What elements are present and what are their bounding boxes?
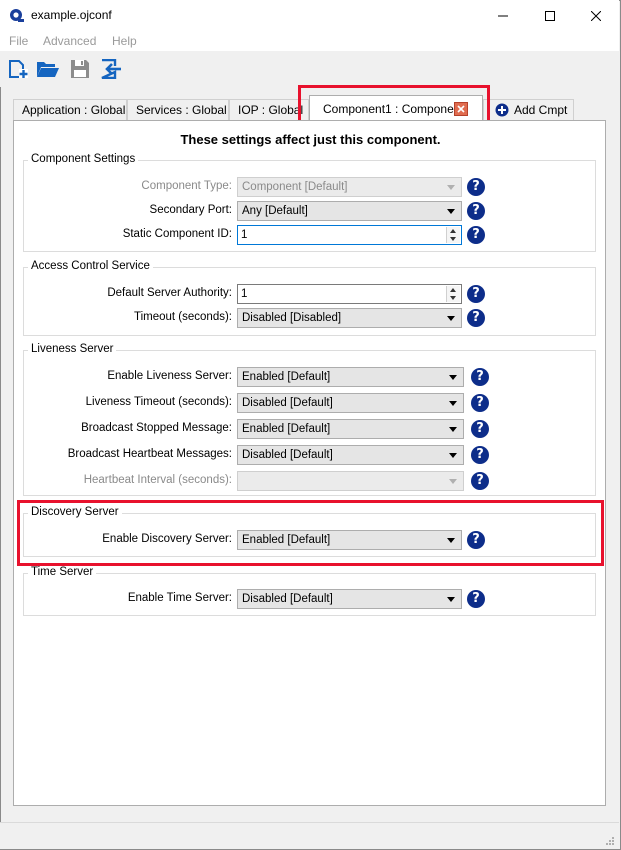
acs-timeout-label: Timeout (seconds): (134, 311, 232, 323)
enable-liveness-select[interactable]: Enabled [Default] (237, 367, 464, 387)
chevron-down-icon (447, 209, 455, 214)
group-title: Time Server (28, 566, 97, 578)
help-icon[interactable]: ? (467, 226, 485, 244)
secondary-port-label: Secondary Port: (149, 204, 232, 216)
menu-file[interactable]: File (9, 34, 28, 48)
tab-application-global[interactable]: Application : Global (13, 99, 127, 120)
select-value: Disabled [Default] (242, 449, 333, 461)
heartbeat-interval-label: Heartbeat Interval (seconds): (83, 474, 232, 486)
menu-advanced[interactable]: Advanced (43, 34, 96, 48)
enable-time-label: Enable Time Server: (127, 592, 232, 604)
chevron-down-icon (449, 375, 457, 380)
menu-help[interactable]: Help (112, 34, 137, 48)
acs-timeout-select[interactable]: Disabled [Disabled] (237, 308, 462, 328)
resize-grip-icon[interactable] (605, 836, 615, 846)
chevron-down-icon (447, 597, 455, 602)
spinner-value: 1 (241, 229, 248, 241)
save-icon (71, 60, 89, 78)
select-value: Enabled [Default] (242, 423, 331, 435)
group-title: Component Settings (28, 153, 139, 165)
chevron-down-icon (447, 185, 455, 190)
new-file-icon (9, 60, 28, 78)
select-value: Component [Default] (242, 181, 348, 193)
spinner-buttons[interactable] (446, 227, 460, 243)
window-title: example.ojconf (31, 8, 112, 22)
enable-time-select[interactable]: Disabled [Default] (237, 589, 462, 609)
tab-add-component[interactable]: Add Cmpt (483, 99, 574, 120)
broadcast-stopped-select[interactable]: Enabled [Default] (237, 419, 464, 439)
panel-heading: These settings affect just this componen… (180, 132, 441, 147)
tab-label: Services : Global (136, 103, 227, 117)
toolbar (0, 51, 619, 87)
liveness-timeout-label: Liveness Timeout (seconds): (85, 396, 232, 408)
menu-bar: File Advanced Help (0, 31, 619, 51)
highlight-discovery-box (17, 500, 604, 566)
static-component-id-label: Static Component ID: (122, 228, 232, 240)
help-icon[interactable]: ? (467, 202, 485, 220)
help-icon[interactable]: ? (471, 394, 489, 412)
help-icon[interactable]: ? (467, 309, 485, 327)
close-icon (591, 10, 601, 21)
chevron-down-icon (449, 453, 457, 458)
add-icon (495, 103, 509, 117)
close-window-button[interactable] (573, 0, 619, 31)
chevron-down-icon (449, 479, 457, 484)
help-icon[interactable]: ? (471, 446, 489, 464)
status-bar (0, 822, 619, 849)
select-value: Disabled [Default] (242, 593, 333, 605)
select-value: Disabled [Default] (242, 397, 333, 409)
tab-label: IOP : Global (238, 103, 304, 117)
tab-label: Add Cmpt (514, 103, 568, 117)
group-title: Access Control Service (28, 260, 153, 272)
select-value: Enabled [Default] (242, 371, 331, 383)
help-icon[interactable]: ? (467, 590, 485, 608)
maximize-button[interactable] (527, 0, 573, 31)
liveness-timeout-select[interactable]: Disabled [Default] (237, 393, 464, 413)
default-server-authority-spinner[interactable]: 1 (237, 284, 462, 304)
new-file-button[interactable] (6, 58, 30, 80)
help-icon[interactable]: ? (467, 285, 485, 303)
component-type-label: Component Type: (141, 180, 232, 192)
tab-iop-global[interactable]: IOP : Global (229, 99, 309, 120)
broadcast-heartbeat-label: Broadcast Heartbeat Messages: (67, 448, 232, 460)
broadcast-stopped-label: Broadcast Stopped Message: (81, 422, 232, 434)
chevron-down-icon (447, 316, 455, 321)
folder-open-icon (37, 62, 59, 77)
exit-icon (101, 59, 121, 79)
minimize-icon (498, 15, 508, 16)
default-server-authority-label: Default Server Authority: (107, 287, 232, 299)
spinner-value: 1 (241, 288, 248, 300)
tab-services-global[interactable]: Services : Global (127, 99, 229, 120)
chevron-down-icon (450, 296, 456, 300)
help-icon[interactable]: ? (471, 472, 489, 490)
minimize-button[interactable] (480, 0, 526, 31)
select-value: Disabled [Disabled] (242, 312, 342, 324)
chevron-down-icon (449, 427, 457, 432)
enable-liveness-label: Enable Liveness Server: (107, 370, 232, 382)
maximize-icon (545, 10, 555, 21)
open-file-button[interactable] (36, 58, 60, 80)
app-logo-icon (10, 9, 24, 22)
help-icon[interactable]: ? (471, 420, 489, 438)
broadcast-heartbeat-select[interactable]: Disabled [Default] (237, 445, 464, 465)
group-title: Liveness Server (28, 343, 117, 355)
exit-button[interactable] (99, 58, 123, 80)
save-button[interactable] (68, 58, 92, 80)
chevron-down-icon (450, 237, 456, 241)
help-icon[interactable]: ? (467, 178, 485, 196)
select-value: Any [Default] (242, 205, 308, 217)
tab-label: Application : Global (22, 103, 126, 117)
help-icon[interactable]: ? (471, 368, 489, 386)
title-bar: example.ojconf (0, 0, 619, 31)
chevron-down-icon (449, 401, 457, 406)
secondary-port-select[interactable]: Any [Default] (237, 201, 462, 221)
component-type-select[interactable]: Component [Default] (237, 177, 462, 197)
chevron-up-icon (450, 288, 456, 292)
static-component-id-spinner[interactable]: 1 (237, 225, 462, 245)
chevron-up-icon (450, 229, 456, 233)
heartbeat-interval-select[interactable] (237, 471, 464, 491)
spinner-buttons[interactable] (446, 286, 460, 302)
